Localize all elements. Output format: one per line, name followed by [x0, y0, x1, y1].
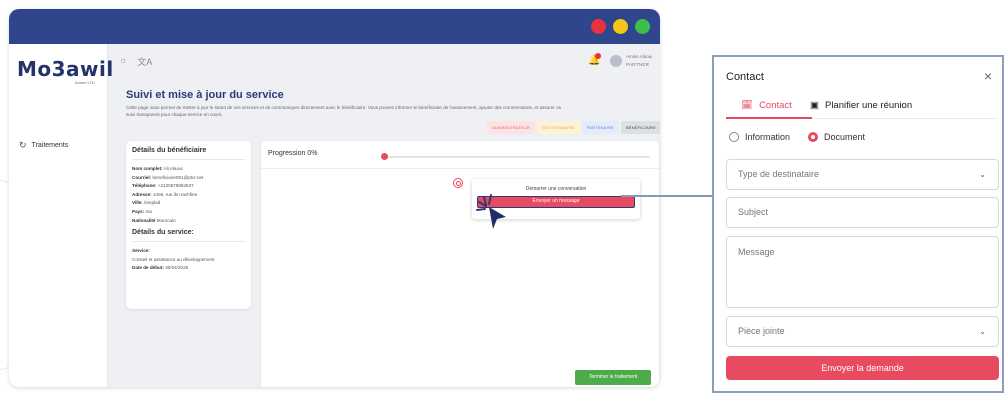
progress-track — [383, 156, 650, 158]
info-address: Adresse: 1456, rue ibn tachfine — [132, 191, 198, 197]
role-tags: ADMINISTRATEUR GESTIONNAIRE PARTENAIRE B… — [487, 121, 660, 134]
chevron-down-icon: ⌄ — [979, 170, 986, 179]
service-heading: Détails du service: — [132, 225, 245, 243]
calendar-icon: 🗓 — [741, 100, 754, 111]
tab-divider — [812, 118, 997, 119]
active-tab-indicator — [726, 117, 812, 119]
tab-label: Planifier une réunion — [824, 100, 913, 111]
page-description: Cette page vous permet de mettre à jour … — [126, 105, 562, 117]
role-tag-partenaire[interactable]: PARTENAIRE — [581, 121, 619, 134]
info-email: Courriel: beneficiaire001@ptcr.net — [132, 174, 204, 180]
meeting-icon: ▣ — [810, 100, 819, 111]
close-icon[interactable]: × — [984, 68, 992, 84]
attachment-select[interactable]: Pièce jointe ⌄ — [726, 316, 999, 347]
window-titlebar — [9, 9, 660, 44]
progress-handle[interactable] — [381, 153, 388, 160]
info-country: Pays: ma — [132, 208, 152, 214]
start-date: Date de début: 30/04/2025 — [132, 265, 189, 271]
radio-label-information: Information — [745, 132, 791, 142]
logo: Mo3awil — [17, 57, 114, 81]
contact-panel: Contact × 🗓 Contact ▣ Planifier une réun… — [712, 55, 1004, 393]
panel-title: Contact — [726, 71, 764, 83]
info-phone: Téléphone: +2120679894537 — [132, 183, 194, 189]
tab-contact[interactable]: 🗓 Contact — [741, 100, 792, 111]
sidebar-item-traitements[interactable]: ↻ Traitements — [19, 140, 68, 151]
progress-label: Progression 0% — [268, 150, 318, 157]
sidebar: Mo3awil Annex LTD ↻ Traitements — [9, 44, 113, 387]
info-name: Nom complet: Ali Alaoui — [132, 166, 183, 171]
tab-schedule-meeting[interactable]: ▣ Planifier une réunion — [810, 100, 912, 111]
connector-line — [621, 195, 713, 197]
logo-subtitle: Annex LTD — [75, 80, 95, 85]
tab-label: Contact — [759, 100, 792, 111]
radio-label-document: Document — [824, 132, 866, 142]
beneficiary-heading: Détails du bénéficiaire — [132, 147, 245, 160]
app-window: Mo3awil Annex LTD ↻ Traitements ☼ 文A 🔔 A… — [9, 9, 660, 387]
service-label: Service: — [132, 248, 150, 254]
radio-document[interactable] — [808, 132, 819, 142]
role-tag-beneficiaire[interactable]: BÉNÉFICIAIRE — [620, 121, 660, 134]
divider — [261, 168, 659, 169]
progress-card: Progression 0% Démarrer une conversation… — [261, 141, 659, 387]
info-nationality: Nationalité Morocain — [132, 217, 176, 223]
radio-information[interactable] — [729, 132, 739, 142]
page-title: Suivi et mise à jour du service — [126, 89, 284, 101]
sidebar-item-label: Traitements — [31, 142, 69, 149]
avatar[interactable] — [610, 55, 622, 67]
theme-icon[interactable]: ☼ — [119, 55, 127, 68]
target-icon[interactable] — [453, 178, 463, 188]
refresh-icon: ↻ — [19, 140, 27, 150]
chevron-down-icon: ⌄ — [979, 327, 986, 336]
user-name: Amine Alaoui — [626, 54, 653, 59]
recipient-type-select[interactable]: Type de destinataire ⌄ — [726, 159, 999, 190]
translate-icon[interactable]: 文A — [137, 55, 152, 68]
role-tag-admin[interactable]: ADMINISTRATEUR — [487, 121, 536, 134]
service-value: Conseil et assistance au développement — [132, 256, 215, 262]
type-radio-group: Information Document — [729, 132, 865, 142]
pointer-cursor-icon — [476, 194, 506, 229]
subject-input[interactable]: Subject — [726, 197, 999, 228]
notification-badge — [595, 53, 601, 59]
maximize-window-dot[interactable] — [635, 19, 650, 34]
minimize-window-dot[interactable] — [613, 19, 628, 34]
finish-treatment-button[interactable]: Terminer le traitement — [575, 370, 651, 385]
close-window-dot[interactable] — [591, 19, 606, 34]
info-city: Ville: tinejdad — [132, 200, 161, 206]
top-toolbar: ☼ 文A — [119, 55, 152, 68]
message-textarea[interactable]: Message — [726, 236, 999, 308]
submit-request-button[interactable]: Envoyer la demande — [726, 356, 999, 380]
role-tag-gestionnaire[interactable]: GESTIONNAIRE — [537, 121, 580, 134]
beneficiary-card: Détails du bénéficiaire Nom complet: Ali… — [126, 141, 251, 309]
user-role: PARTNER — [626, 62, 650, 67]
